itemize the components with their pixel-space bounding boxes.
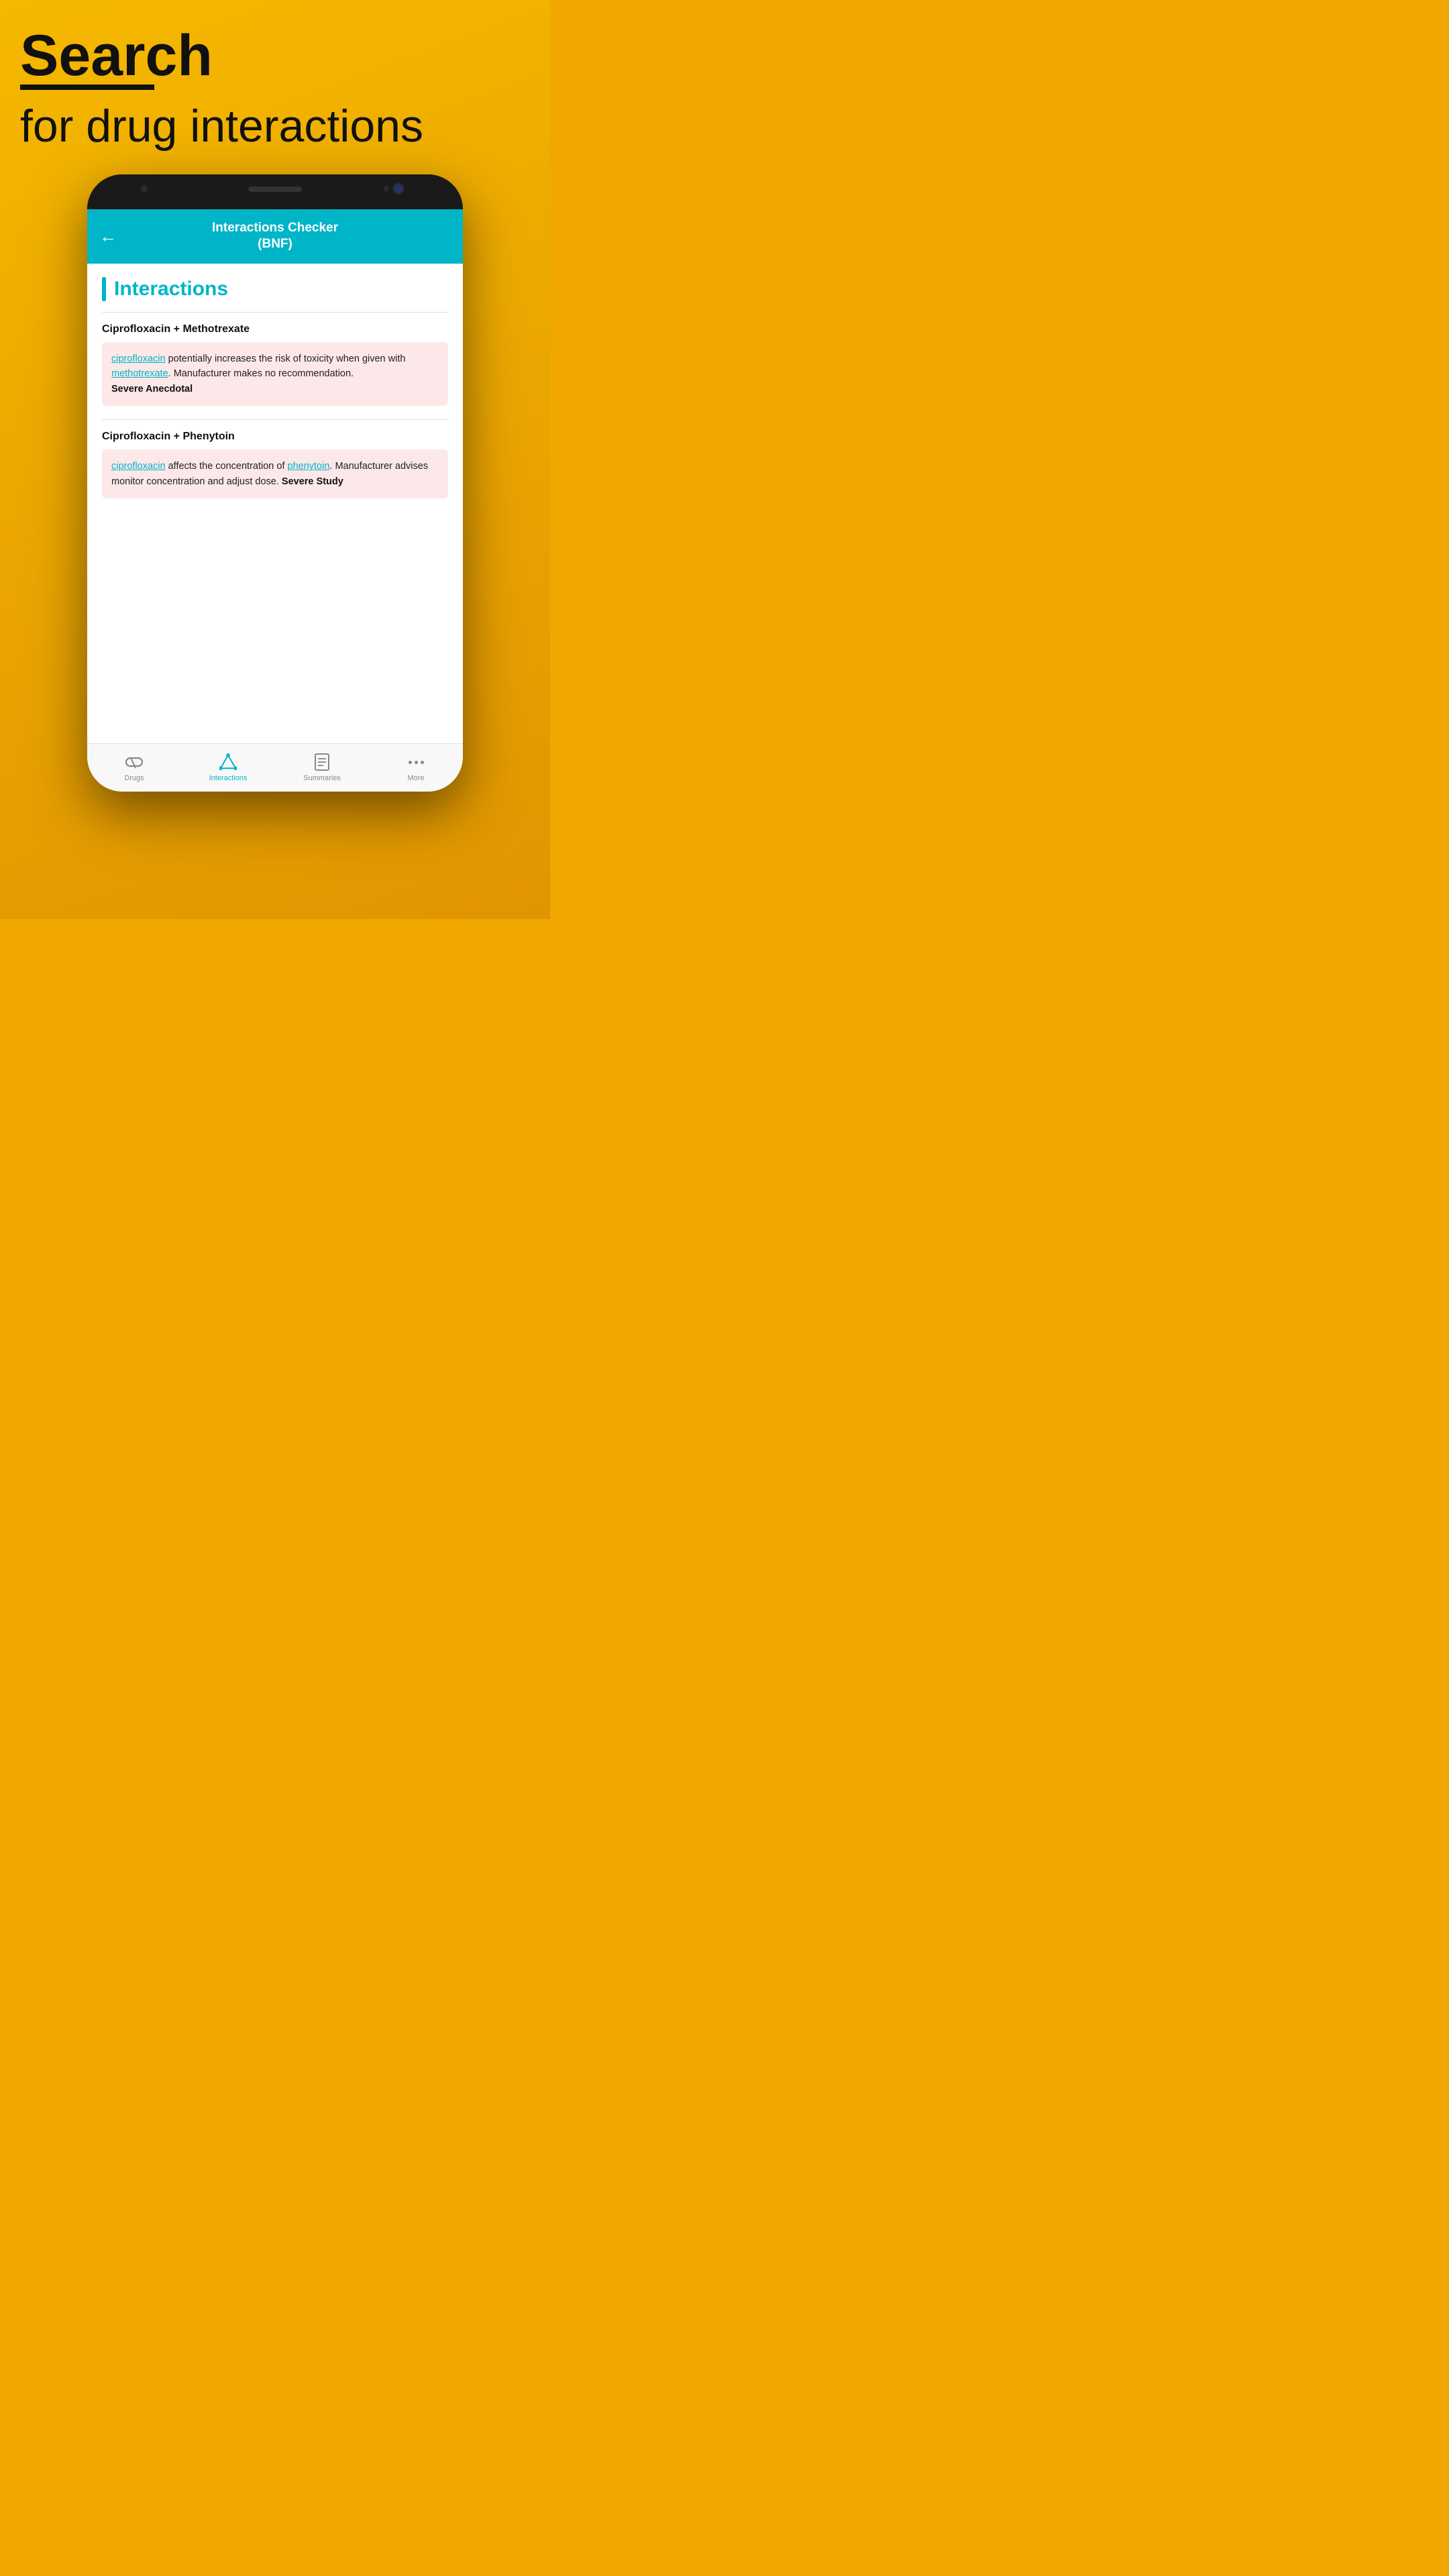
interaction-pair-title-2: Ciprofloxacin + Phenytoin [102, 431, 448, 443]
section-title-row: Interactions [102, 277, 448, 301]
front-camera-left [141, 185, 148, 192]
app-background: Search for drug interactions ← Interacti… [0, 0, 550, 919]
nav-label-more: More [407, 774, 424, 782]
more-dot-3 [421, 761, 424, 764]
phone-speaker [248, 186, 302, 192]
section-title-bar [102, 277, 106, 301]
hero-section: Search for drug interactions [20, 27, 530, 154]
nav-item-more[interactable]: More [369, 744, 463, 792]
hero-search-title: Search [20, 27, 530, 85]
content-scroll[interactable]: Interactions Ciprofloxacin + Methotrexat… [87, 264, 463, 743]
more-icon [407, 753, 425, 771]
severity-label-2: Severe Study [282, 476, 343, 487]
back-button[interactable]: ← [99, 226, 117, 247]
front-camera-right [394, 184, 402, 193]
phone-notch [87, 174, 463, 209]
nav-label-interactions: Interactions [209, 774, 248, 782]
app-header: ← Interactions Checker (BNF) [87, 209, 463, 264]
bottom-nav: Drugs [87, 743, 463, 792]
interaction-item-1: Ciprofloxacin + Methotrexate ciprofloxac… [102, 323, 448, 406]
nav-item-drugs[interactable]: Drugs [87, 744, 181, 792]
interaction-text-middle-2: affects the concentration of [166, 461, 288, 472]
phone-container: ← Interactions Checker (BNF) Interaction… [20, 174, 530, 792]
nav-item-summaries[interactable]: Summaries [275, 744, 369, 792]
drugs-icon [125, 753, 144, 771]
phone-device: ← Interactions Checker (BNF) Interaction… [87, 174, 463, 792]
nav-item-interactions[interactable]: Interactions [181, 744, 275, 792]
nav-label-drugs: Drugs [124, 774, 144, 782]
more-dot-1 [409, 761, 412, 764]
drug-link-ciprofloxacin-1[interactable]: ciprofloxacin [111, 354, 166, 364]
drug-link-ciprofloxacin-2[interactable]: ciprofloxacin [111, 461, 166, 472]
interaction-divider-1 [102, 419, 448, 420]
phone-dot [384, 186, 389, 191]
interaction-pair-title-1: Ciprofloxacin + Methotrexate [102, 323, 448, 335]
phone-screen: ← Interactions Checker (BNF) Interaction… [87, 209, 463, 792]
drug-link-phenytoin[interactable]: phenytoin [288, 461, 330, 472]
interaction-text-middle-1: potentially increases the risk of toxici… [166, 354, 406, 364]
screen-content: Interactions Ciprofloxacin + Methotrexat… [87, 264, 463, 792]
more-dot-2 [415, 761, 418, 764]
severity-label-1: Severe Anecdotal [111, 384, 193, 394]
hero-subtitle: for drug interactions [20, 99, 530, 154]
interaction-card-1: ciprofloxacin potentially increases the … [102, 342, 448, 406]
drug-link-methotrexate[interactable]: methotrexate [111, 368, 168, 379]
interaction-card-2: ciprofloxacin affects the concentration … [102, 449, 448, 498]
nav-label-summaries: Summaries [303, 774, 341, 782]
interaction-text-end-1: . Manufacturer makes no recommendation. [168, 368, 354, 379]
header-title-line2: (BNF) [258, 237, 292, 251]
summaries-icon [313, 753, 331, 771]
section-divider [102, 312, 448, 313]
interaction-item-2: Ciprofloxacin + Phenytoin ciprofloxacin … [102, 431, 448, 498]
interactions-icon [219, 753, 237, 771]
section-title: Interactions [114, 278, 228, 301]
header-title-line1: Interactions Checker [212, 221, 338, 235]
header-title: Interactions Checker (BNF) [212, 220, 338, 253]
